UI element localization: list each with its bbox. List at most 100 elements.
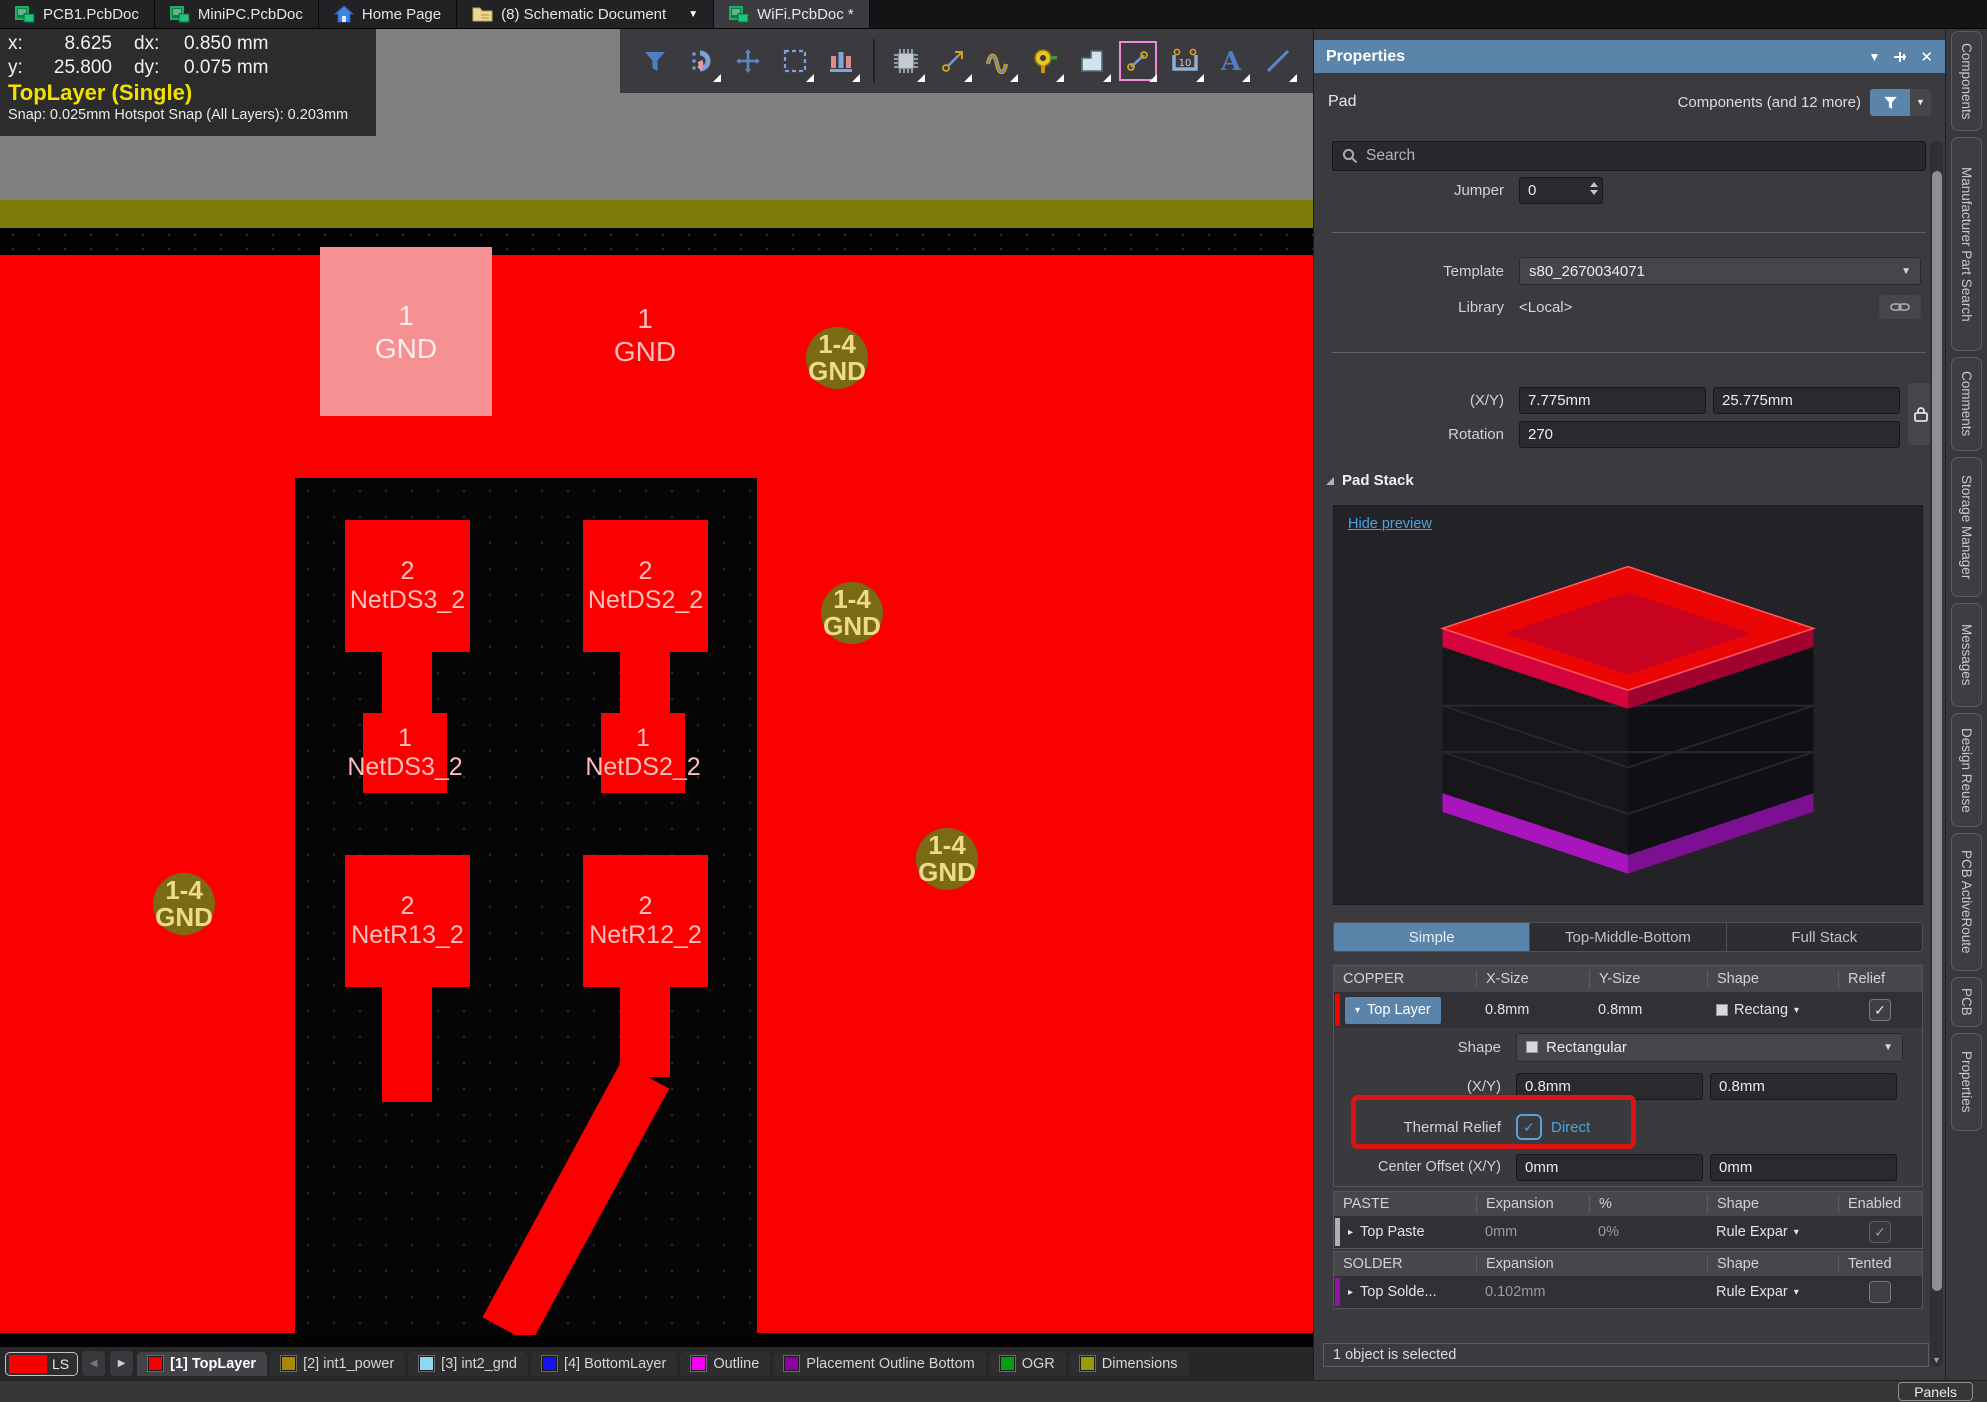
scope-filter-button[interactable] [1870, 89, 1910, 116]
panel-tab-properties[interactable]: Properties [1951, 1033, 1982, 1131]
rotation-input[interactable] [1519, 421, 1900, 448]
tab-schematic-document[interactable]: (8) Schematic Document ▼ [457, 0, 714, 28]
polygon-pour-icon[interactable] [1077, 45, 1107, 77]
line-tool-icon[interactable] [1263, 45, 1293, 77]
pcb-canvas[interactable]: 2 NetDS3_2 2 NetDS2_2 1 NetDS3_2 1 NetDS… [0, 29, 1313, 1347]
pad-stack-3d-view[interactable] [1393, 546, 1863, 886]
thermal-relief-checkbox[interactable]: ✓ [1516, 1114, 1542, 1140]
pad-netds3-2-pin1[interactable]: 1 NetDS3_2 [363, 713, 447, 793]
scroll-down-icon[interactable]: ▼ [1932, 1355, 1941, 1365]
pad-netr12-2[interactable]: 2 NetR12_2 [583, 855, 708, 987]
layer-tab-int1-power[interactable]: [2] int1_power [270, 1352, 405, 1376]
tab-minipc-pcbdoc[interactable]: MiniPC.PcbDoc [155, 0, 319, 28]
via-gnd[interactable]: 1-4GND [153, 873, 215, 935]
pad-stack-section-header[interactable]: Pad Stack [1326, 472, 1414, 489]
tune-meander-icon[interactable] [984, 45, 1014, 77]
via-gnd[interactable]: 1-4GND [916, 828, 978, 890]
via-tool-icon[interactable] [1030, 45, 1060, 77]
pad-gnd-selected[interactable]: 1 GND [320, 247, 492, 416]
x-position-input[interactable] [1519, 387, 1706, 414]
panel-tab-storage-manager[interactable]: Storage Manager [1951, 457, 1982, 597]
pin-icon[interactable] [1893, 50, 1907, 64]
layer-tab-int2-gnd[interactable]: [3] int2_gnd [408, 1352, 528, 1376]
panel-tab-components[interactable]: Components [1951, 31, 1982, 131]
tab-top-middle-bottom[interactable]: Top-Middle-Bottom [1530, 923, 1726, 951]
tented-checkbox[interactable]: ✓ [1869, 1281, 1891, 1303]
offset-y-input[interactable] [1710, 1154, 1897, 1181]
trace-segment[interactable] [620, 987, 670, 1077]
scrollbar-thumb[interactable] [1932, 171, 1942, 1291]
tab-full-stack[interactable]: Full Stack [1727, 923, 1922, 951]
via-gnd[interactable]: 1-4GND [806, 327, 868, 389]
properties-search[interactable] [1332, 141, 1926, 171]
track-tool-icon[interactable] [1123, 45, 1153, 77]
layer-tab-bottomlayer[interactable]: [4] BottomLayer [531, 1352, 677, 1376]
select-area-icon[interactable] [780, 45, 810, 77]
pad-tool-icon[interactable]: 10 [1170, 45, 1200, 77]
tab-pcb1-pcbdoc[interactable]: PCB1.PcbDoc [0, 0, 155, 28]
align-tool-icon[interactable] [826, 45, 856, 77]
search-input[interactable] [1366, 147, 1916, 165]
x-size-value[interactable]: 0.8mm [1476, 1002, 1589, 1018]
layer-tab-dimensions[interactable]: Dimensions [1069, 1352, 1189, 1376]
layer-sets-button[interactable]: LS [5, 1352, 78, 1376]
library-link-button[interactable] [1879, 295, 1921, 319]
shape-cell[interactable]: Rule Expar▾ [1707, 1224, 1838, 1240]
properties-panel-header[interactable]: Properties ▼ ✕ [1314, 40, 1945, 73]
pad-netds2-2[interactable]: 2 NetDS2_2 [583, 520, 708, 652]
paste-top-row[interactable]: ▸Top Paste 0mm 0% Rule Expar▾ ✓ [1334, 1216, 1922, 1248]
shape-cell[interactable]: Rectang▾ [1707, 1002, 1838, 1018]
route-tool-icon[interactable] [938, 45, 968, 77]
move-tool-icon[interactable] [733, 45, 763, 77]
trace-segment[interactable] [382, 987, 432, 1102]
scope-filter-dropdown[interactable]: ▼ [1910, 89, 1931, 116]
pad-gnd[interactable]: 1 GND [583, 301, 707, 369]
prev-layer-button[interactable]: ◀ [82, 1351, 105, 1376]
layer-tab-toplayer[interactable]: [1] TopLayer [137, 1352, 267, 1376]
relief-checkbox[interactable]: ✓ [1869, 999, 1891, 1021]
close-icon[interactable]: ✕ [1920, 48, 1933, 66]
trace-segment[interactable] [382, 648, 432, 714]
panels-button[interactable]: Panels [1898, 1382, 1973, 1401]
layer-tab-outline[interactable]: Outline [680, 1352, 770, 1376]
chevron-down-icon[interactable]: ▼ [688, 9, 698, 20]
spinner-arrows[interactable] [1590, 182, 1598, 195]
place-component-icon[interactable] [891, 45, 921, 77]
component-footprint-region[interactable]: 2 NetDS3_2 2 NetDS2_2 1 NetDS3_2 1 NetDS… [295, 478, 757, 1335]
shape-dropdown[interactable]: Rectangular▼ [1516, 1033, 1903, 1062]
y-size-value[interactable]: 0.8mm [1589, 1002, 1707, 1018]
trace-diagonal[interactable] [482, 1062, 669, 1335]
layer-tab-ogr[interactable]: OGR [989, 1352, 1066, 1376]
next-layer-button[interactable]: ▶ [110, 1351, 133, 1376]
chevron-down-icon[interactable]: ▼ [1869, 50, 1881, 64]
pad-netds3-2[interactable]: 2 NetDS3_2 [345, 520, 470, 652]
panel-tab-comments[interactable]: Comments [1951, 357, 1982, 451]
offset-x-input[interactable] [1516, 1154, 1703, 1181]
panel-scrollbar[interactable]: ▼ [1930, 141, 1943, 1367]
copper-top-layer-row[interactable]: ▾Top Layer 0.8mm 0.8mm Rectang▾ ✓ [1334, 992, 1922, 1028]
shape-cell[interactable]: Rule Expar▾ [1707, 1284, 1838, 1300]
template-dropdown[interactable]: s80_2670034071 ▼ [1519, 257, 1921, 285]
size-y-input[interactable] [1710, 1073, 1897, 1100]
snap-magnet-icon[interactable] [687, 45, 717, 77]
pad-netds2-2-pin1[interactable]: 1 NetDS2_2 [601, 713, 685, 793]
layer-tab-placement-outline-bottom[interactable]: Placement Outline Bottom [773, 1352, 985, 1376]
panel-tab-design-reuse[interactable]: Design Reuse [1951, 713, 1982, 827]
pad-netr13-2[interactable]: 2 NetR13_2 [345, 855, 470, 987]
enabled-checkbox[interactable]: ✓ [1869, 1221, 1891, 1243]
hide-preview-link[interactable]: Hide preview [1348, 516, 1432, 532]
trace-segment[interactable] [620, 648, 670, 714]
tab-wifi-pcbdoc[interactable]: WiFi.PcbDoc * [714, 0, 870, 28]
solder-top-row[interactable]: ▸Top Solde... 0.102mm Rule Expar▾ ✓ [1334, 1276, 1922, 1308]
text-tool-icon[interactable]: A [1216, 45, 1246, 77]
tab-home-page[interactable]: Home Page [319, 0, 457, 28]
panel-tab-pcb-activeroute[interactable]: PCB ActiveRoute [1951, 833, 1982, 971]
panel-tab-manufacturer-part-search[interactable]: Manufacturer Part Search [1951, 137, 1982, 351]
chevron-right-icon[interactable]: ▸ [1348, 1287, 1353, 1298]
panel-tab-pcb[interactable]: PCB [1951, 977, 1982, 1027]
y-position-input[interactable] [1713, 387, 1900, 414]
size-x-input[interactable] [1516, 1073, 1703, 1100]
tab-simple[interactable]: Simple [1334, 923, 1530, 951]
chevron-right-icon[interactable]: ▸ [1348, 1227, 1353, 1238]
via-gnd[interactable]: 1-4GND [821, 582, 883, 644]
